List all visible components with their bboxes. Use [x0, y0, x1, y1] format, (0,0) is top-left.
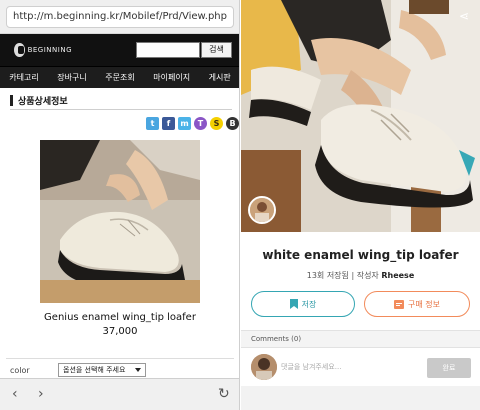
buy-info-button[interactable]: 구매 정보 [364, 291, 470, 317]
product-image[interactable] [40, 140, 200, 303]
section-marker [10, 95, 13, 106]
divider [6, 358, 234, 359]
bookmark-icon [289, 299, 298, 309]
search-button[interactable]: 검색 [201, 42, 232, 58]
author-label: 작성자 [356, 271, 379, 280]
main-menu: 카테고리 장바구니 주문조회 마이페이지 게시판 [0, 66, 239, 88]
option-label: color [10, 366, 30, 375]
section-title: 상품상세정보 [10, 92, 232, 110]
facebook-icon[interactable]: f [162, 117, 175, 130]
save-button[interactable]: 저장 [251, 291, 355, 317]
item-title: white enamel wing_tip loafer [262, 248, 459, 262]
commenter-avatar-photo [251, 354, 277, 380]
browser-address-bar: http://m.beginning.kr/Mobilef/Prd/View.p… [0, 0, 239, 34]
twitter-icon[interactable]: t [146, 117, 159, 130]
comment-input[interactable]: 댓글을 남겨주세요... [281, 362, 341, 372]
site-logo[interactable]: BEGINNING [14, 43, 72, 57]
me2day-icon[interactable]: m [178, 117, 191, 130]
product-photo [40, 140, 200, 303]
comment-submit-button[interactable]: 완료 [427, 358, 471, 378]
commenter-avatar [251, 354, 277, 380]
forward-icon[interactable]: › [38, 386, 44, 402]
site-header: BEGINNING 검색 [0, 34, 239, 66]
menu-item-board[interactable]: 게시판 [209, 72, 231, 83]
logo-mark-icon [14, 43, 25, 57]
search-input[interactable] [136, 42, 200, 58]
author-avatar[interactable] [248, 196, 276, 224]
hero-image[interactable]: ⋖ [241, 0, 480, 232]
author-name[interactable]: Rheese [381, 271, 414, 280]
receipt-icon [394, 299, 404, 309]
back-icon[interactable]: ‹ [12, 386, 18, 402]
product-name: Genius enamel wing_tip loafer [44, 312, 196, 323]
buy-info-button-label: 구매 정보 [408, 299, 440, 309]
save-count: 13회 저장됨 [306, 271, 349, 280]
avatar-photo [250, 198, 274, 222]
color-select[interactable]: 옵션을 선택해 주세요 [58, 363, 146, 377]
item-meta: 13회 저장됨 | 작성자 Rheese [241, 270, 480, 281]
comments-header: Comments (0) [241, 330, 480, 348]
save-button-label: 저장 [301, 299, 317, 309]
url-field[interactable]: http://m.beginning.kr/Mobilef/Prd/View.p… [6, 6, 234, 28]
hero-photo [241, 0, 480, 232]
bottom-area [241, 386, 480, 410]
share-icons: t f m T S B [146, 117, 239, 130]
left-phone-screen: http://m.beginning.kr/Mobilef/Prd/View.p… [0, 0, 240, 410]
comment-composer: 댓글을 남겨주세요... 완료 [241, 348, 480, 386]
browser-bottom-bar: ‹ › ↻ [0, 378, 239, 410]
menu-item-mypage[interactable]: 마이페이지 [153, 72, 190, 83]
section-title-label: 상품상세정보 [18, 97, 68, 107]
logo-text: BEGINNING [27, 46, 72, 54]
menu-item-cart[interactable]: 장바구니 [57, 72, 86, 83]
reload-icon[interactable]: ↻ [218, 386, 230, 402]
band-icon[interactable]: B [226, 117, 239, 130]
right-phone-screen: ⋖ white enamel wing_tip loafer 13회 저장됨 |… [241, 0, 480, 410]
kakaostory-icon[interactable]: S [210, 117, 223, 130]
share-icon[interactable]: ⋖ [456, 8, 472, 24]
kakaotalk-icon[interactable]: T [194, 117, 207, 130]
product-price: 37,000 [102, 326, 138, 337]
menu-item-orders[interactable]: 주문조회 [105, 72, 134, 83]
menu-item-category[interactable]: 카테고리 [9, 72, 38, 83]
